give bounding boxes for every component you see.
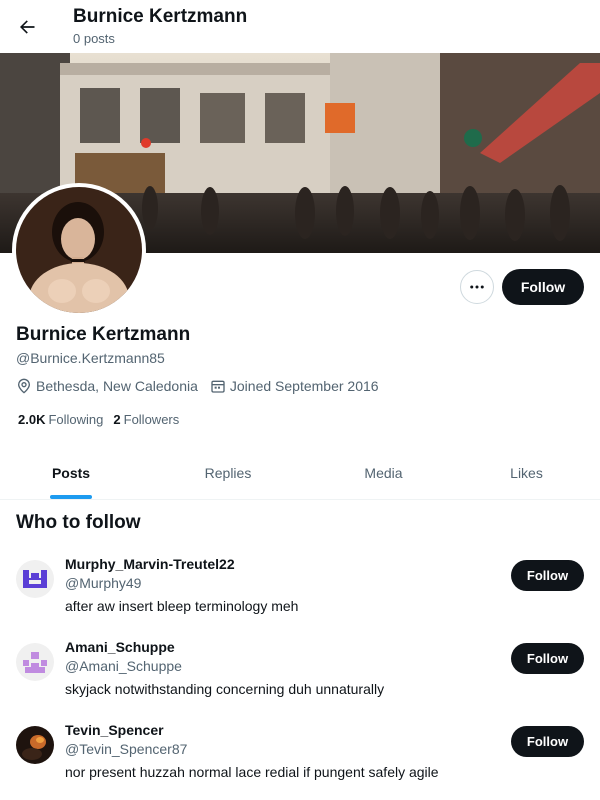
tab-replies[interactable]: Replies (142, 447, 314, 499)
suggestion-item[interactable]: Murphy_Marvin-Treutel22 @Murphy49 after … (0, 548, 600, 631)
suggestion-name: Amani_Schuppe (65, 639, 175, 655)
profile-meta: Bethesda, New Caledonia Joined September… (16, 378, 391, 394)
suggestion-avatar (16, 643, 54, 681)
followers-link[interactable]: 2 Followers (113, 412, 179, 427)
suggestion-follow-button[interactable]: Follow (511, 560, 584, 591)
followers-label: Followers (123, 412, 180, 427)
joined-item: Joined September 2016 (210, 378, 379, 394)
location-item: Bethesda, New Caledonia (16, 378, 198, 394)
tab-media[interactable]: Media (314, 447, 453, 499)
tab-label: Posts (51, 465, 91, 481)
suggestion-handle: @Murphy49 (65, 575, 142, 591)
calendar-icon (211, 380, 225, 393)
photo-avatar (16, 726, 54, 764)
profile-avatar[interactable] (12, 183, 146, 317)
suggestion-item[interactable]: Amani_Schuppe @Amani_Schuppe skyjack not… (0, 631, 600, 714)
avatar-portrait-image (16, 187, 142, 313)
profile-tabs: Posts Replies Media Likes (0, 447, 600, 500)
identicon-avatar (16, 560, 54, 598)
suggestion-name: Murphy_Marvin-Treutel22 (65, 556, 235, 572)
active-tab-indicator (50, 495, 92, 499)
location-text: Bethesda, New Caledonia (36, 378, 198, 394)
more-horizontal-icon (470, 285, 484, 289)
profile-name: Burnice Kertzmann (16, 324, 191, 345)
suggestion-follow-button[interactable]: Follow (511, 726, 584, 757)
suggestion-item[interactable]: Tevin_Spencer @Tevin_Spencer87 nor prese… (0, 714, 600, 797)
tab-likes[interactable]: Likes (453, 447, 600, 499)
suggestion-follow-button[interactable]: Follow (511, 643, 584, 674)
suggestion-bio: skyjack notwithstanding concerning duh u… (65, 681, 385, 697)
header-title: Burnice Kertzmann (73, 6, 248, 27)
who-to-follow-title: Who to follow (16, 512, 141, 533)
tab-label: Media (364, 465, 403, 481)
tab-label: Likes (510, 465, 543, 481)
suggestion-avatar (16, 726, 54, 764)
suggestion-bio: nor present huzzah normal lace redial if… (65, 764, 439, 780)
follow-button[interactable]: Follow (502, 269, 584, 305)
joined-text: Joined September 2016 (229, 378, 379, 394)
identicon-avatar (16, 643, 54, 681)
following-label: Following (48, 412, 104, 427)
avatar (16, 187, 142, 313)
suggestion-handle: @Amani_Schuppe (65, 658, 182, 674)
following-link[interactable]: 2.0K Following (18, 412, 103, 427)
follow-stats: 2.0K Following 2 Followers (18, 412, 189, 427)
more-options-button[interactable] (460, 270, 494, 304)
arrow-left-icon (20, 20, 35, 34)
back-button[interactable] (10, 10, 44, 44)
suggestion-name: Tevin_Spencer (65, 722, 164, 738)
header-post-count: 0 posts (73, 31, 115, 46)
suggestion-handle: @Tevin_Spencer87 (65, 741, 188, 757)
suggestion-bio: after aw insert bleep terminology meh (65, 598, 299, 614)
profile-handle: @Burnice.Kertzmann85 (16, 350, 165, 366)
followers-count: 2 (113, 412, 121, 427)
following-count: 2.0K (18, 412, 46, 427)
suggestion-avatar (16, 560, 54, 598)
tab-label: Replies (204, 465, 252, 481)
top-bar: Burnice Kertzmann 0 posts (0, 0, 600, 53)
tab-posts[interactable]: Posts (0, 447, 142, 499)
location-pin-icon (17, 378, 31, 394)
